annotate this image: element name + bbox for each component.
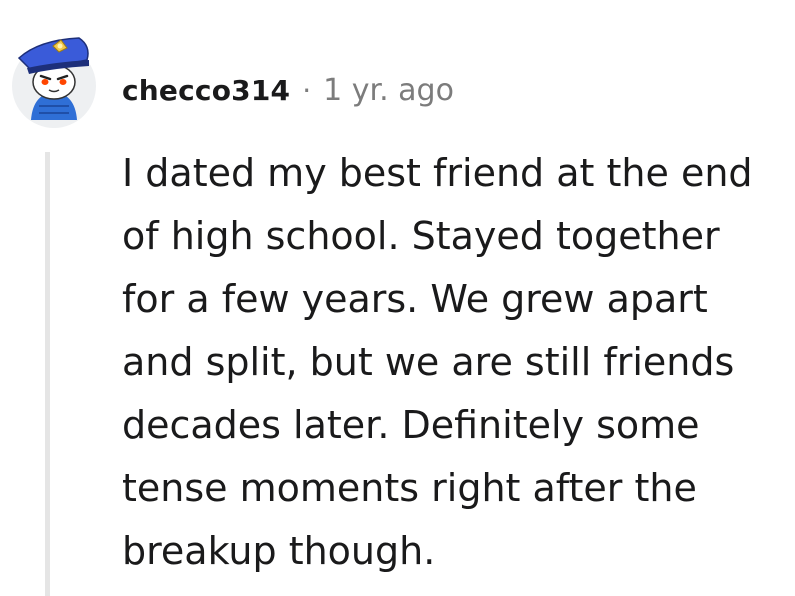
thread-line[interactable] xyxy=(45,152,50,596)
comment-body-line: breakup though. xyxy=(122,529,436,573)
comment-body: I dated my best friend at the end of hig… xyxy=(122,142,787,583)
comment-body-line: I dated my best friend at the end xyxy=(122,151,753,195)
comment-meta: checco314 · 1 yr. ago xyxy=(122,68,454,112)
comment: checco314 · 1 yr. ago I dated my best fr… xyxy=(0,0,795,596)
comment-body-line: and split, but we are still friends xyxy=(122,340,735,384)
comment-body-line: decades later. Definitely some xyxy=(122,403,700,447)
meta-separator: · xyxy=(302,73,312,107)
author-username[interactable]: checco314 xyxy=(122,74,290,107)
comment-body-line: for a few years. We grew apart xyxy=(122,277,708,321)
comment-timestamp[interactable]: 1 yr. ago xyxy=(323,73,454,108)
user-avatar[interactable] xyxy=(9,24,99,132)
comment-body-line: of high school. Stayed together xyxy=(122,214,720,258)
comment-body-line: tense moments right after the xyxy=(122,466,697,510)
